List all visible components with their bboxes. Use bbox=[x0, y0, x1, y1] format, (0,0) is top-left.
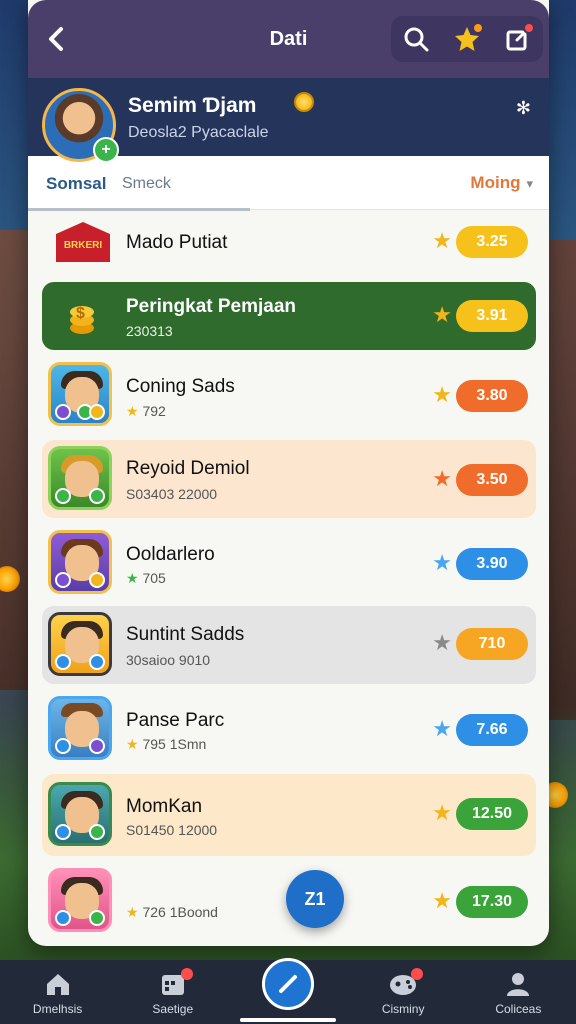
game-logo-icon: BRKERI bbox=[56, 222, 110, 262]
game-thumbnail bbox=[48, 446, 112, 510]
tab-bar: Somsal Smeck Moing ▾ bbox=[28, 156, 549, 211]
nav-create-button[interactable] bbox=[262, 958, 314, 1010]
lantern-glow-icon bbox=[0, 566, 20, 592]
star-icon: ★ bbox=[432, 888, 452, 913]
leaderboard-panel: Dati + Semim Ɗjam Deosla2 Pyacaclale ✻ S… bbox=[28, 0, 549, 946]
mini-star-icon: ★ bbox=[126, 570, 139, 586]
score-pill: 3.50 bbox=[456, 464, 528, 496]
row-subtitle: ★ 705 bbox=[126, 570, 166, 586]
top-actions bbox=[391, 16, 543, 62]
game-thumbnail bbox=[48, 530, 112, 594]
star-icon: ★ bbox=[432, 716, 452, 741]
avatar[interactable]: + bbox=[42, 88, 119, 163]
row-name: Mado Putiat bbox=[126, 232, 228, 253]
star-icon: ★ bbox=[432, 228, 452, 253]
star-icon: ★ bbox=[432, 382, 452, 407]
top-bar: Dati bbox=[28, 0, 549, 78]
mini-star-icon: ★ bbox=[126, 403, 139, 419]
list-item[interactable]: BRKERI Mado Putiat ★ 3.25 bbox=[42, 210, 536, 274]
row-subtitle: 30saioo 9010 bbox=[126, 652, 211, 668]
coin-stack-icon: $ bbox=[62, 294, 102, 338]
nav-home[interactable]: Dmelhsis bbox=[8, 970, 108, 1024]
list-item-highlighted[interactable]: $ Peringkat Pemjaan 230313 ★ 3.91 bbox=[42, 282, 536, 350]
row-name: Suntint Sadds bbox=[126, 624, 245, 645]
row-name: Panse Parc bbox=[126, 710, 225, 731]
score-pill: 3.90 bbox=[456, 548, 528, 580]
star-icon: ★ bbox=[432, 466, 452, 491]
row-subtitle: S01450 12000 bbox=[126, 822, 218, 838]
bottom-navigation: Dmelhsis Saetige Cisminy Coliceas bbox=[0, 958, 576, 1024]
nav-label: Coliceas bbox=[495, 1002, 542, 1016]
pencil-icon bbox=[279, 975, 297, 993]
profile-name: Semim Ɗjam bbox=[128, 94, 257, 117]
star-icon: ★ bbox=[432, 800, 452, 825]
favorites-button[interactable] bbox=[452, 22, 484, 54]
star-icon: ★ bbox=[432, 550, 452, 575]
coin-icon bbox=[294, 92, 314, 112]
row-subtitle: S03403 22000 bbox=[126, 486, 218, 502]
profile-header: + Semim Ɗjam Deosla2 Pyacaclale ✻ bbox=[28, 78, 549, 163]
row-subtitle: ★ 792 bbox=[126, 403, 166, 419]
compose-badge bbox=[522, 22, 535, 34]
profile-subtitle: Deosla2 Pyacaclale bbox=[128, 124, 269, 141]
list-item[interactable]: Ooldarlero ★ 705 ★ 3.90 bbox=[42, 524, 536, 602]
game-thumbnail bbox=[48, 868, 112, 932]
compose-button[interactable] bbox=[503, 22, 535, 54]
score-pill: 710 bbox=[456, 628, 528, 660]
row-subtitle: 230313 bbox=[126, 323, 173, 339]
score-pill: 17.30 bbox=[456, 886, 528, 918]
home-indicator bbox=[240, 1018, 336, 1022]
sort-label: Moing bbox=[470, 173, 521, 192]
score-pill: 3.91 bbox=[456, 300, 528, 332]
row-name: Ooldarlero bbox=[126, 544, 215, 565]
game-thumbnail bbox=[48, 696, 112, 760]
game-thumbnail bbox=[48, 612, 112, 676]
profile-icon bbox=[507, 973, 530, 996]
score-pill: 7.66 bbox=[456, 714, 528, 746]
chevron-down-icon: ▾ bbox=[526, 176, 533, 191]
game-thumbnail bbox=[48, 782, 112, 846]
score-pill: 3.80 bbox=[456, 380, 528, 412]
nav-games[interactable]: Cisminy bbox=[353, 968, 453, 1024]
mini-star-icon: ★ bbox=[126, 904, 139, 920]
game-logo-text: BRKERI bbox=[63, 240, 103, 251]
mini-star-icon: ★ bbox=[126, 736, 139, 752]
list-item[interactable]: Reyoid Demiol S03403 22000 ★ 3.50 bbox=[42, 440, 536, 518]
tab-smeck[interactable]: Smeck bbox=[122, 175, 171, 193]
list-item[interactable]: MomKan S01450 12000 ★ 12.50 bbox=[42, 774, 536, 856]
sort-dropdown[interactable]: Moing ▾ bbox=[470, 173, 533, 193]
settings-icon[interactable]: ✻ bbox=[516, 98, 531, 119]
nav-label: Saetige bbox=[152, 1002, 194, 1016]
list-item[interactable]: Panse Parc ★ 795 1Smn ★ 7.66 bbox=[42, 690, 536, 768]
row-subtitle: ★ 795 1Smn bbox=[126, 736, 207, 752]
svg-text:$: $ bbox=[76, 305, 85, 322]
nav-profile[interactable]: Coliceas bbox=[468, 970, 568, 1024]
score-pill: 3.25 bbox=[456, 226, 528, 258]
floating-action-button[interactable]: Z1 bbox=[286, 870, 344, 928]
search-icon bbox=[404, 27, 429, 52]
list-item-selected[interactable]: Suntint Sadds 30saioo 9010 ★ 710 bbox=[42, 606, 536, 684]
row-name: Peringkat Pemjaan bbox=[126, 296, 297, 317]
game-thumbnail bbox=[48, 362, 112, 426]
row-name: MomKan bbox=[126, 796, 203, 817]
tab-somsal[interactable]: Somsal bbox=[46, 174, 106, 194]
score-pill: 12.50 bbox=[456, 798, 528, 830]
row-name: Reyoid Demiol bbox=[126, 458, 250, 479]
row-subtitle: ★ 726 1Boond bbox=[126, 904, 218, 920]
notification-badge bbox=[471, 22, 484, 34]
search-button[interactable] bbox=[401, 24, 431, 54]
home-icon bbox=[46, 974, 69, 995]
nav-label: Dmelhsis bbox=[32, 1002, 83, 1016]
star-icon: ★ bbox=[432, 630, 452, 655]
nav-label: Cisminy bbox=[381, 1002, 425, 1016]
list-item[interactable]: Coning Sads ★ 792 ★ 3.80 bbox=[42, 358, 536, 434]
nav-badge bbox=[180, 968, 193, 980]
add-friend-icon[interactable]: + bbox=[93, 137, 119, 163]
nav-calendar[interactable]: Saetige bbox=[123, 968, 223, 1024]
star-icon: ★ bbox=[432, 302, 452, 327]
row-name: Coning Sads bbox=[126, 376, 235, 397]
